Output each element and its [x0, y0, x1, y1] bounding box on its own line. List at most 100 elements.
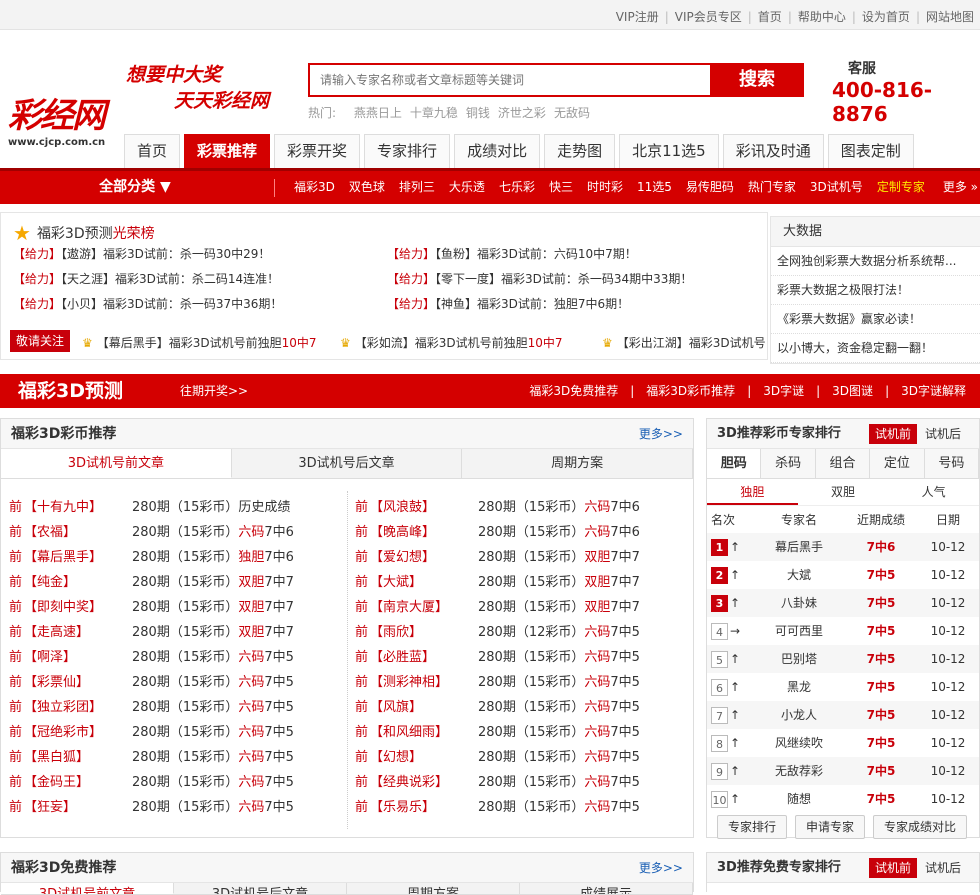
hot-word[interactable]: 十章九稳 — [410, 106, 458, 120]
site-logo[interactable]: 彩经网 www.cjcp.com.cn — [8, 96, 123, 154]
expert-name[interactable]: 风继续吹 — [753, 729, 845, 757]
all-categories-button[interactable]: 全部分类 ▼ — [0, 171, 270, 204]
expert-name[interactable]: 可可西里 — [753, 617, 845, 645]
expert-name[interactable]: 【幕后黑手】 — [24, 545, 132, 570]
article-tab[interactable]: 3D试机号前文章 — [1, 449, 232, 478]
expert-name[interactable]: 【狂妄】 — [24, 795, 132, 820]
top-link[interactable]: 网站地图 — [926, 10, 974, 24]
category-tab[interactable]: 号码 — [924, 449, 980, 478]
recommend-row[interactable]: 前【雨欣】 280期（12彩币）六码7中5 — [355, 620, 640, 645]
hot-word[interactable]: 铜钱 — [466, 106, 490, 120]
nav-tab[interactable]: 首页 — [124, 134, 181, 168]
expert-name[interactable]: 【即刻中奖】 — [24, 595, 132, 620]
article-tab[interactable]: 3D试机号后文章 — [231, 449, 463, 478]
recommend-row[interactable]: 前【南京大厦】 280期（15彩币）双胆7中7 — [355, 595, 640, 620]
sub-nav-item[interactable]: 双色球 — [349, 171, 385, 204]
recommend-row[interactable]: 前【纯金】 280期（15彩币）双胆7中7 — [9, 570, 294, 595]
toggle-before-test[interactable]: 试机前 — [869, 424, 918, 444]
recommend-row[interactable]: 前【爱幻想】 280期（15彩币）双胆7中7 — [355, 545, 640, 570]
sub-nav-item[interactable]: 定制专家 — [877, 171, 925, 204]
recommend-row[interactable]: 前【狂妄】 280期（15彩币）六码7中5 — [9, 795, 294, 820]
hot-word[interactable]: 无敌码 — [554, 106, 590, 120]
honor-item[interactable]: 【给力】【天之涯】福彩3D试前：杀二码14连准！ — [13, 270, 279, 287]
marquee-item[interactable]: ♛ 【彩如流】福彩3D试机号前独胆10中7 — [340, 334, 563, 351]
free-article-tab[interactable]: 3D试机号后文章 — [174, 883, 347, 894]
expert-name[interactable]: 【彩票仙】 — [24, 670, 132, 695]
recommend-row[interactable]: 前【必胜蓝】 280期（15彩币）六码7中5 — [355, 645, 640, 670]
top-link[interactable]: 帮助中心 — [798, 10, 846, 24]
expert-name[interactable]: 巴别塔 — [753, 645, 845, 673]
expert-name[interactable]: 【雨欣】 — [370, 620, 478, 645]
sub-tab[interactable]: 双胆 — [798, 479, 889, 505]
recommend-row[interactable]: 前【黑白狐】 280期（15彩币）六码7中5 — [9, 745, 294, 770]
free-article-tab[interactable]: 成绩展示 — [520, 883, 693, 894]
sub-nav-more[interactable]: 更多 » — [943, 171, 978, 204]
big-data-item[interactable]: 《彩票大数据》赢家必读！ — [771, 305, 980, 334]
honor-item[interactable]: 【给力】【鱼粉】福彩3D试前：六码10中7期！ — [387, 245, 637, 262]
nav-tab[interactable]: 彩票推荐 — [184, 134, 271, 168]
nav-tab[interactable]: 走势图 — [544, 134, 616, 168]
rank-row[interactable]: 9 ↑ 无敌荐彩 7中5 10-12 — [707, 757, 979, 785]
sub-nav-item[interactable]: 大乐透 — [449, 171, 485, 204]
expert-name[interactable]: 【晚高峰】 — [370, 520, 478, 545]
sub-nav-item[interactable]: 热门专家 — [748, 171, 796, 204]
sub-nav-item[interactable]: 3D试机号 — [810, 171, 863, 204]
expert-name[interactable]: 【风浪鼓】 — [370, 495, 478, 520]
category-tab[interactable]: 胆码 — [707, 449, 762, 478]
expert-name[interactable]: 【风旗】 — [370, 695, 478, 720]
search-button[interactable]: 搜索 — [710, 63, 804, 97]
free-article-tab[interactable]: 3D试机号前文章 — [1, 883, 174, 894]
rank-row[interactable]: 1 ↑ 幕后黑手 7中6 10-12 — [707, 533, 979, 561]
section-link[interactable]: 福彩3D免费推荐 — [529, 384, 618, 398]
toggle-after-test[interactable]: 试机后 — [923, 424, 963, 444]
expert-name[interactable]: 黑龙 — [753, 673, 845, 701]
expert-name[interactable]: 【独立彩团】 — [24, 695, 132, 720]
recommend-row[interactable]: 前【走高速】 280期（15彩币）双胆7中7 — [9, 620, 294, 645]
nav-tab[interactable]: 彩讯及时通 — [722, 134, 824, 168]
recommend-row[interactable]: 前【和风细雨】 280期（15彩币）六码7中5 — [355, 720, 640, 745]
expert-name[interactable]: 八卦妹 — [753, 589, 845, 617]
recommend-row[interactable]: 前【测彩神相】 280期（15彩币）六码7中5 — [355, 670, 640, 695]
more-link[interactable]: 更多>> — [639, 419, 683, 449]
recommend-row[interactable]: 前【乐易乐】 280期（15彩币）六码7中5 — [355, 795, 640, 820]
article-tab[interactable]: 周期方案 — [462, 449, 694, 478]
honor-item[interactable]: 【给力】【遨游】福彩3D试前：杀一码30中29！ — [13, 245, 270, 262]
recommend-row[interactable]: 前【晚高峰】 280期（15彩币）六码7中6 — [355, 520, 640, 545]
rank-action-button[interactable]: 专家成绩对比 — [873, 815, 968, 839]
section-link[interactable]: 3D字谜 — [763, 384, 804, 398]
expert-name[interactable]: 【黑白狐】 — [24, 745, 132, 770]
expert-name[interactable]: 【走高速】 — [24, 620, 132, 645]
rank-action-button[interactable]: 专家排行 — [717, 815, 788, 839]
expert-name[interactable]: 【必胜蓝】 — [370, 645, 478, 670]
category-tab[interactable]: 定位 — [870, 449, 925, 478]
expert-name[interactable]: 【幻想】 — [370, 745, 478, 770]
rank-row[interactable]: 2 ↑ 大斌 7中5 10-12 — [707, 561, 979, 589]
hot-word[interactable]: 燕燕日上 — [354, 106, 402, 120]
marquee-item[interactable]: ♛ 【彩出江湖】福彩3D试机号 — [602, 334, 766, 351]
honor-item[interactable]: 【给力】【神鱼】福彩3D试前：独胆7中6期！ — [387, 295, 629, 312]
search-input[interactable] — [310, 65, 710, 95]
expert-name[interactable]: 【十有九中】 — [24, 495, 132, 520]
nav-tab[interactable]: 图表定制 — [827, 134, 914, 168]
sub-nav-item[interactable]: 11选5 — [637, 171, 672, 204]
rank-row[interactable]: 6 ↑ 黑龙 7中5 10-12 — [707, 673, 979, 701]
rank-action-button[interactable]: 申请专家 — [795, 815, 866, 839]
sub-nav-item[interactable]: 七乐彩 — [499, 171, 535, 204]
recommend-row[interactable]: 前【冠绝彩市】 280期（15彩币）六码7中5 — [9, 720, 294, 745]
sub-tab[interactable]: 独胆 — [707, 479, 798, 505]
rank-row[interactable]: 4 → 可可西里 7中5 10-12 — [707, 617, 979, 645]
recommend-row[interactable]: 前【幕后黑手】 280期（15彩币）独胆7中6 — [9, 545, 294, 570]
recommend-row[interactable]: 前【独立彩团】 280期（15彩币）六码7中5 — [9, 695, 294, 720]
expert-name[interactable]: 【爱幻想】 — [370, 545, 478, 570]
big-data-item[interactable]: 彩票大数据之极限打法！ — [771, 276, 980, 305]
honor-item[interactable]: 【给力】【零下一度】福彩3D试前：杀一码34期中33期！ — [387, 270, 692, 287]
rank-row[interactable]: 5 ↑ 巴别塔 7中5 10-12 — [707, 645, 979, 673]
honor-item[interactable]: 【给力】【小贝】福彩3D试前：杀一码37中36期！ — [13, 295, 282, 312]
sub-nav-item[interactable]: 福彩3D — [294, 171, 335, 204]
free-more-link[interactable]: 更多>> — [639, 853, 683, 883]
expert-name[interactable]: 随想 — [753, 785, 845, 813]
free-toggle-before-test[interactable]: 试机前 — [869, 858, 918, 878]
sub-nav-item[interactable]: 时时彩 — [587, 171, 623, 204]
category-tab[interactable]: 组合 — [815, 449, 871, 478]
section-link[interactable]: 3D字谜解释 — [901, 384, 966, 398]
